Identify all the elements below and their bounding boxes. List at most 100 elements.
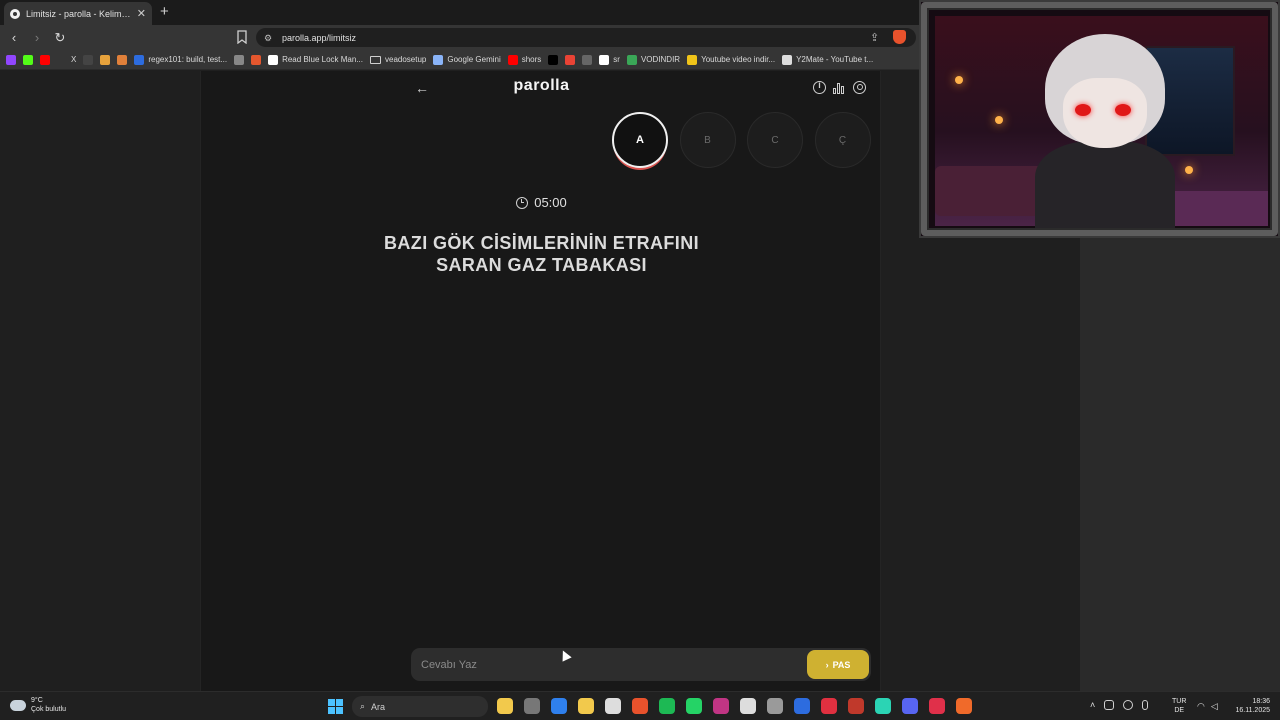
bookmark-favicon-icon [251, 54, 262, 65]
bookmark-favicon-icon [548, 54, 559, 65]
taskbar-app-icon[interactable] [821, 698, 837, 714]
taskbar-app-icon[interactable] [605, 698, 621, 714]
onedrive-icon[interactable] [1123, 700, 1134, 710]
bookmark-favicon-icon [268, 54, 279, 65]
tab-title: Limitsiz - parolla - Kelime oyunu [26, 8, 131, 19]
taskbar-app-icon[interactable] [686, 698, 702, 714]
bookmark-favicon-icon [40, 54, 50, 65]
answer-input[interactable] [421, 658, 807, 671]
streamer-avatar-overlay [919, 0, 1280, 238]
ornate-frame [921, 2, 1278, 236]
bookmark-favicon-icon [23, 54, 33, 65]
taskbar-app-icon[interactable] [659, 698, 675, 714]
bookmark-favicon-icon [507, 54, 518, 65]
bookmark-label: Youtube video indir... [701, 55, 776, 64]
site-info-icon[interactable]: ⚙ [264, 33, 274, 43]
taskbar-app-icon[interactable] [848, 698, 864, 714]
windows-start-icon[interactable] [328, 699, 343, 714]
lang-bottom: DE [1174, 707, 1185, 714]
bookmark-item[interactable]: shors [507, 54, 541, 65]
bookmark-item[interactable] [234, 54, 245, 65]
taskbar-app-icon[interactable] [875, 698, 891, 714]
taskbar-app-icon[interactable] [794, 698, 810, 714]
bookmark-favicon-icon [100, 54, 111, 65]
system-tray: ˄ [1090, 700, 1149, 710]
share-icon[interactable]: ⇪ [870, 31, 879, 44]
stats-icon[interactable] [833, 81, 846, 94]
bookmark-item[interactable] [582, 54, 593, 65]
bookmark-item[interactable]: Youtube video indir... [687, 54, 776, 65]
bookmark-favicon-icon [582, 54, 593, 65]
bookmark-icon[interactable] [236, 30, 248, 44]
bookmark-item[interactable]: regex101: build, test... [134, 54, 227, 65]
pass-button[interactable]: › PAS [807, 650, 869, 679]
bookmark-item[interactable]: Y2Mate - YouTube t... [782, 54, 873, 65]
chevron-right-icon: › [825, 659, 829, 670]
bookmark-item[interactable]: X [57, 55, 76, 65]
clock-icon [516, 196, 529, 209]
clock-date: 16.11.2025 [1235, 707, 1270, 714]
taskbar-app-icon[interactable] [632, 698, 648, 714]
taskbar-app-icon[interactable] [740, 698, 756, 714]
bookmark-item[interactable]: Read Blue Lock Man... [268, 54, 363, 65]
taskbar-apps [497, 698, 972, 714]
bookmark-item[interactable]: sr [599, 54, 620, 65]
timer: 05:00 [201, 195, 882, 210]
letter-circle-1: B [679, 112, 736, 168]
bookmark-item[interactable] [117, 54, 128, 65]
bookmark-item[interactable] [100, 54, 111, 65]
tray-app-icon[interactable] [1104, 700, 1115, 710]
bookmark-item[interactable] [251, 54, 262, 65]
bookmark-favicon-icon [57, 55, 67, 65]
windows-taskbar: 9°C Çok bulutlu ⌕ Ara ˄ TUR DE ◠ ◁ 18:36… [0, 691, 1280, 720]
pass-label: PAS [832, 659, 851, 670]
taskbar-app-icon[interactable] [524, 698, 540, 714]
weather-widget[interactable]: 9°C Çok bulutlu [10, 696, 66, 714]
chevron-up-icon[interactable]: ˄ [1090, 700, 1095, 710]
taskbar-app-icon[interactable] [767, 698, 783, 714]
browser-tab[interactable]: Limitsiz - parolla - Kelime oyunu ✕ [4, 2, 152, 25]
language-indicator[interactable]: TUR DE [1172, 697, 1186, 715]
bookmark-item[interactable] [6, 54, 16, 65]
app-title: parolla [513, 77, 570, 94]
taskbar-app-icon[interactable] [497, 698, 513, 714]
bookmark-favicon-icon [117, 54, 128, 65]
microphone-icon[interactable] [1142, 700, 1149, 710]
reload-icon[interactable]: ↻ [51, 29, 69, 47]
taskbar-app-icon[interactable] [551, 698, 567, 714]
taskbar-app-icon[interactable] [902, 698, 918, 714]
taskbar-app-icon[interactable] [713, 698, 729, 714]
back-icon[interactable]: ‹ [5, 29, 23, 47]
new-tab-button[interactable]: + [160, 3, 169, 21]
parolla-favicon-icon [10, 8, 20, 19]
search-label: Ara [371, 701, 386, 712]
taskbar-app-icon[interactable] [929, 698, 945, 714]
bookmark-favicon-icon [234, 54, 245, 65]
letter-circle-0: A [612, 112, 668, 168]
taskbar-app-icon[interactable] [578, 698, 594, 714]
wifi-icon: ◠ [1197, 701, 1205, 711]
bookmark-item[interactable]: veadosetup [370, 55, 426, 64]
taskbar-search[interactable]: ⌕ Ara [352, 696, 488, 717]
user-icon[interactable] [853, 81, 866, 94]
bookmark-label: veadosetup [385, 55, 427, 64]
forward-icon[interactable]: › [28, 29, 46, 47]
system-clock[interactable]: 18:36 16.11.2025 [1228, 697, 1270, 715]
bookmark-item[interactable]: VODINDIR [626, 54, 680, 65]
volume-icon: ◁ [1210, 701, 1218, 711]
bookmark-item[interactable] [83, 54, 94, 65]
bookmark-favicon-icon [433, 54, 444, 65]
brave-shield-icon[interactable] [893, 30, 906, 44]
address-bar[interactable]: ⚙ parolla.app/limitsiz [256, 28, 916, 47]
quick-settings[interactable]: ◠ ◁ [1197, 701, 1218, 712]
bookmark-item[interactable] [565, 54, 576, 65]
question-text: BAZI GÖK CİSİMLERİNİN ETRAFINI SARAN GAZ… [201, 232, 882, 276]
close-tab-icon[interactable]: ✕ [137, 7, 146, 20]
bookmark-item[interactable] [40, 54, 50, 65]
bookmark-item[interactable] [23, 54, 33, 65]
info-icon[interactable] [813, 80, 826, 94]
bookmark-item[interactable]: Google Gemini [433, 54, 501, 65]
taskbar-app-icon[interactable] [956, 698, 972, 714]
bookmark-label: Read Blue Lock Man... [282, 55, 363, 64]
bookmark-item[interactable] [548, 54, 559, 65]
